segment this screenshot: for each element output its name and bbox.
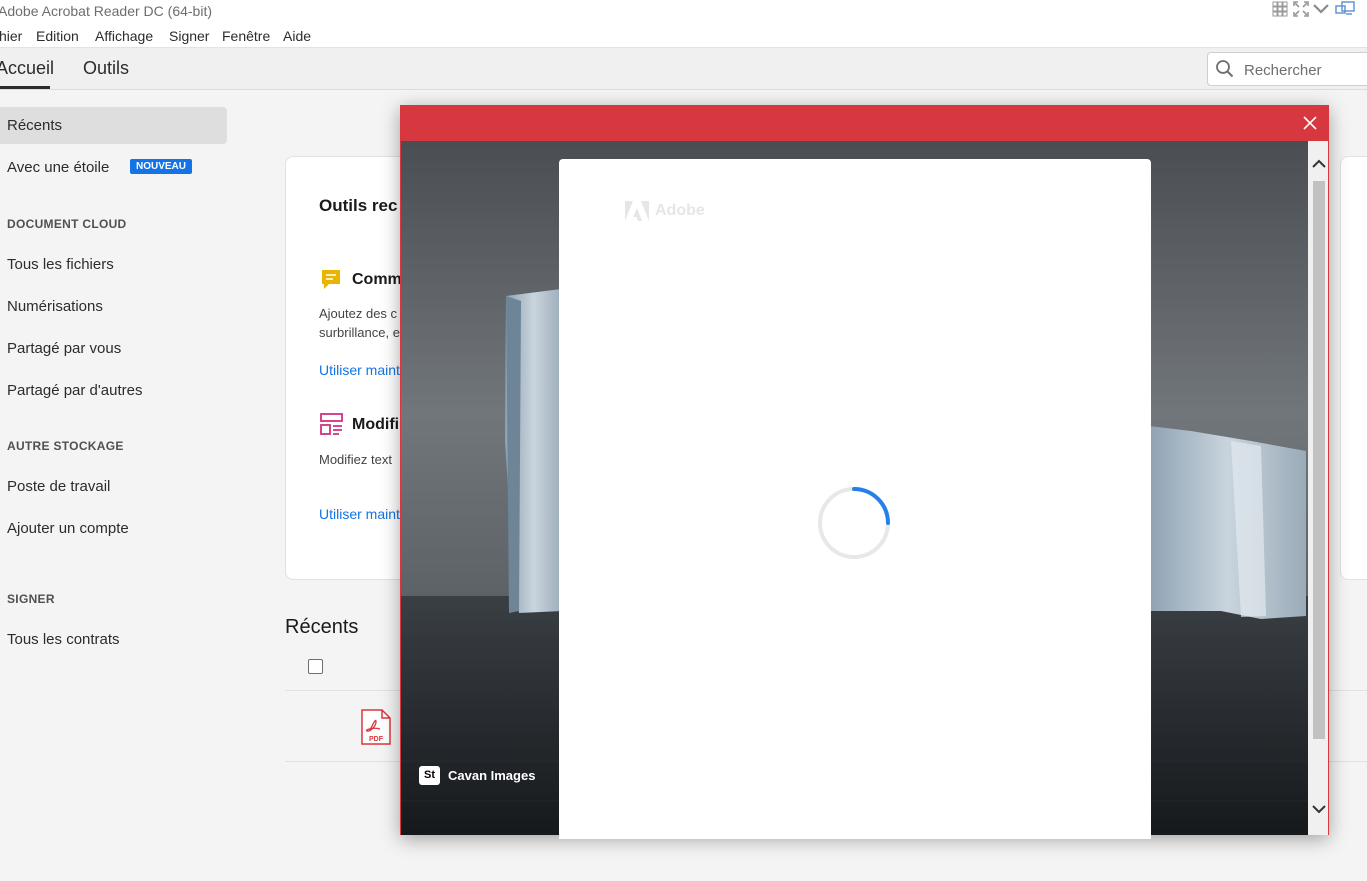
pdf-file-label: PDF (369, 736, 384, 743)
edit-pdf-icon (320, 413, 343, 435)
sidebar-item-label: Partagé par d'autres (7, 382, 143, 399)
close-icon[interactable] (1302, 115, 1318, 131)
sidebar: Récents Avec une étoile NOUVEAU DOCUMENT … (0, 90, 245, 881)
scroll-up-icon[interactable] (1312, 159, 1326, 169)
sign-in-overlay: Adobe St Cavan Images (400, 105, 1329, 839)
sidebar-item-workstation[interactable]: Poste de travail (0, 468, 227, 505)
adobe-logo: Adobe (625, 201, 705, 221)
menu-help[interactable]: Aide (283, 28, 311, 44)
tab-home[interactable]: Accueil (0, 58, 54, 79)
menu-edit[interactable]: Edition (36, 28, 79, 44)
tool-comment-title: Comm (352, 271, 402, 288)
comment-icon (322, 270, 340, 289)
new-badge: NOUVEAU (130, 159, 193, 174)
tool-comment-link[interactable]: Utiliser maint (319, 362, 400, 378)
menu-sign[interactable]: Signer (169, 28, 209, 44)
menu-bar: hier Edition Affichage Signer Fenêtre Ai… (0, 24, 1367, 48)
sidebar-item-scans[interactable]: Numérisations (0, 288, 227, 325)
photo-credit-text: Cavan Images (448, 768, 536, 783)
sidebar-item-shared-by-you[interactable]: Partagé par vous (0, 330, 227, 367)
sidebar-item-label: Partagé par vous (7, 340, 122, 357)
sidebar-item-label: Numérisations (7, 298, 103, 315)
sidebar-item-label: Tous les fichiers (7, 256, 114, 273)
recents-heading: Récents (285, 616, 359, 638)
screen-icon[interactable] (1334, 0, 1356, 18)
scrollbar-thumb[interactable] (1313, 181, 1325, 739)
card-heading: Outils rec (319, 196, 398, 215)
tool-edit-link[interactable]: Utiliser maint (319, 506, 400, 522)
tab-tools[interactable]: Outils (83, 58, 129, 79)
menu-file[interactable]: hier (0, 28, 22, 44)
photo-credit: St Cavan Images (419, 766, 535, 785)
adobe-logo-text: Adobe (655, 202, 705, 219)
sidebar-item-label: Avec une étoile (7, 159, 110, 176)
sidebar-item-all-contracts[interactable]: Tous les contrats (0, 621, 227, 658)
sidebar-item-shared-by-others[interactable]: Partagé par d'autres (0, 372, 227, 409)
search-icon (1216, 60, 1234, 78)
search-box[interactable] (1207, 52, 1367, 86)
loading-spinner (818, 487, 890, 559)
sidebar-item-add-account[interactable]: Ajouter un compte (0, 510, 227, 547)
overlay-header (401, 106, 1328, 141)
sidebar-item-starred[interactable]: Avec une étoile NOUVEAU (0, 149, 227, 186)
tab-home-underline (0, 86, 50, 89)
pdf-file-icon[interactable]: PDF (360, 708, 392, 746)
sidebar-item-all-files[interactable]: Tous les fichiers (0, 246, 227, 283)
adobe-logo-icon (625, 201, 649, 221)
grid-icon[interactable] (1271, 0, 1289, 18)
side-card (1340, 156, 1367, 580)
section-heading-sign: SIGNER (7, 592, 55, 606)
sidebar-item-label: Récents (7, 117, 63, 134)
sidebar-item-label: Tous les contrats (7, 631, 120, 648)
menu-view[interactable]: Affichage (95, 28, 153, 44)
expand-icon[interactable] (1292, 0, 1310, 18)
window-title: Adobe Acrobat Reader DC (64-bit) (0, 3, 212, 19)
stock-badge: St (419, 766, 440, 785)
sidebar-item-recents[interactable]: Récents (0, 107, 227, 144)
search-input[interactable] (1242, 59, 1366, 81)
tool-edit-title: Modifi (352, 416, 400, 433)
loading-dialog: Adobe (559, 159, 1151, 839)
scroll-down-icon[interactable] (1312, 804, 1326, 814)
chevron-down-icon[interactable] (1312, 0, 1330, 18)
tab-bar: Accueil Outils (0, 48, 1367, 90)
title-bar: Adobe Acrobat Reader DC (64-bit) (0, 0, 1367, 24)
menu-window[interactable]: Fenêtre (222, 28, 270, 44)
section-heading-other-storage: AUTRE STOCKAGE (7, 439, 124, 453)
section-heading-cloud: DOCUMENT CLOUD (7, 217, 127, 231)
sidebar-item-label: Ajouter un compte (7, 520, 129, 537)
sidebar-item-label: Poste de travail (7, 478, 111, 495)
select-all-checkbox[interactable] (308, 659, 323, 674)
vertical-scrollbar[interactable] (1308, 141, 1328, 835)
